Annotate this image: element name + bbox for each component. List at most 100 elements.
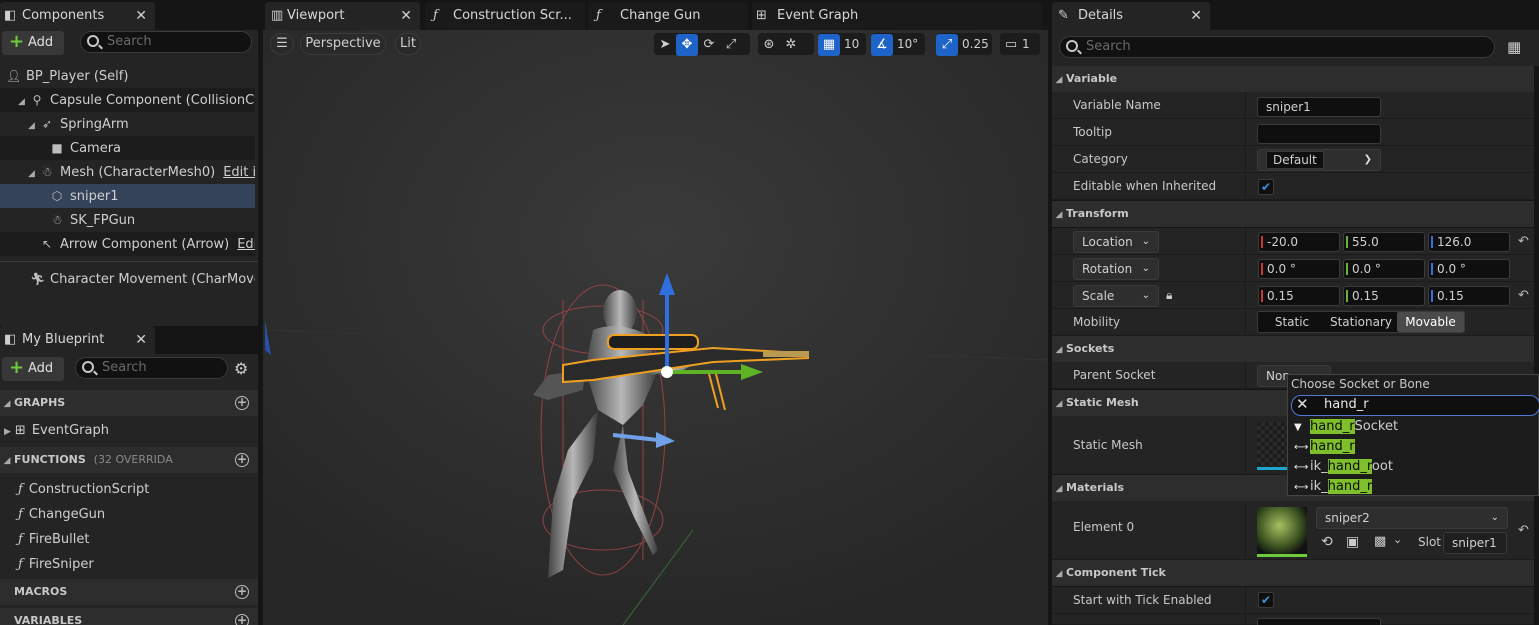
- add-macro-icon[interactable]: +: [235, 585, 249, 599]
- mobility-movable[interactable]: Movable: [1397, 312, 1464, 332]
- rotation-z-field[interactable]: 0.0 °: [1428, 259, 1510, 279]
- location-dropdown[interactable]: Location ⌄: [1073, 231, 1159, 253]
- checker-icon[interactable]: ▩: [1374, 534, 1386, 549]
- chevron-down-icon[interactable]: ⌄: [1393, 533, 1402, 546]
- location-z-field[interactable]: 126.0: [1428, 232, 1510, 252]
- scale-z-field[interactable]: 0.15: [1428, 286, 1510, 306]
- edit-in-cpp-link[interactable]: Edit in C++: [223, 165, 255, 180]
- tree-row-sk-fpgun[interactable]: ☃ SK_FPGun: [0, 208, 255, 232]
- editable-checkbox[interactable]: ✔: [1258, 179, 1274, 195]
- move-icon[interactable]: ✥: [676, 34, 698, 56]
- add-component-button[interactable]: + Add: [2, 31, 64, 55]
- reset-location-icon[interactable]: ↶: [1518, 234, 1529, 249]
- variable-section[interactable]: ◢ Variable: [1052, 66, 1534, 92]
- close-icon[interactable]: ✕: [400, 2, 412, 30]
- clear-icon[interactable]: ✕: [1296, 395, 1309, 413]
- location-y-field[interactable]: 55.0: [1343, 232, 1425, 252]
- variable-name-field[interactable]: sniper1: [1257, 97, 1381, 117]
- chevron-down-icon[interactable]: ◢: [28, 114, 40, 136]
- select-icon[interactable]: ➤: [654, 34, 676, 56]
- lit-button[interactable]: Lit: [395, 33, 421, 55]
- browse-folder-icon[interactable]: ▣: [1346, 534, 1359, 550]
- bp-item-change-gun[interactable]: ƒ ChangeGun: [0, 502, 258, 527]
- add-blueprint-button[interactable]: + Add: [2, 357, 64, 381]
- material-thumbnail[interactable]: [1257, 507, 1307, 557]
- rotation-snap-control[interactable]: ∡ 10°: [871, 33, 925, 56]
- table-view-icon[interactable]: ▦: [1507, 38, 1521, 56]
- tab-change-gun[interactable]: ƒ Change Gun: [588, 2, 748, 30]
- graphs-section[interactable]: ◢ GRAPHS +: [0, 390, 258, 416]
- browse-back-icon[interactable]: ⟲: [1321, 534, 1333, 550]
- tree-row-character-movement[interactable]: 🏃︎ Character Movement (CharMoveComp): [0, 267, 255, 291]
- close-icon[interactable]: ✕: [1190, 2, 1202, 30]
- tab-components[interactable]: ◧ Components ✕: [0, 2, 155, 30]
- tree-row-sniper1[interactable]: ⬡ sniper1: [0, 184, 255, 208]
- lock-icon[interactable]: 🔒︎: [1166, 288, 1172, 303]
- macros-section[interactable]: MACROS +: [0, 579, 258, 605]
- component-tick-section[interactable]: ◢ Component Tick: [1052, 560, 1534, 586]
- chevron-down-icon[interactable]: ◢: [18, 90, 30, 112]
- world-icon[interactable]: ⊛: [758, 34, 780, 56]
- blueprint-search-input[interactable]: Search: [75, 357, 228, 379]
- tree-row-bp-player[interactable]: 👤︎ BP_Player (Self): [0, 64, 255, 88]
- tab-viewport[interactable]: ▥ Viewport ✕: [265, 2, 420, 30]
- rotation-y-field[interactable]: 0.0 °: [1343, 259, 1425, 279]
- viewport-canvas[interactable]: [263, 30, 1048, 625]
- reset-scale-icon[interactable]: ↶: [1518, 288, 1529, 303]
- edit-in-cpp-link[interactable]: Edit in C++: [237, 237, 255, 252]
- material-dropdown[interactable]: sniper2 ⌄: [1316, 507, 1508, 529]
- start-tick-checkbox[interactable]: ✔: [1258, 592, 1274, 608]
- camera-speed-control[interactable]: ▭ 1: [1000, 33, 1040, 55]
- tab-construction-script[interactable]: ƒ Construction Scr...: [425, 2, 585, 30]
- tree-row-arrow[interactable]: ↖ Arrow Component (Arrow) Edit in C++: [0, 232, 255, 256]
- close-icon[interactable]: ✕: [135, 2, 147, 30]
- add-graph-icon[interactable]: +: [235, 396, 249, 410]
- components-search-input[interactable]: Search: [80, 31, 252, 53]
- socket-option[interactable]: ⟷ ik_hand_r: [1294, 477, 1373, 497]
- socket-search-input[interactable]: ✕ hand_r: [1291, 395, 1539, 416]
- tab-details[interactable]: ✎ Details ✕: [1052, 2, 1210, 30]
- bp-item-construction-script[interactable]: ƒ ConstructionScript: [0, 477, 258, 502]
- mobility-stationary[interactable]: Stationary: [1326, 312, 1396, 332]
- bp-item-fire-sniper[interactable]: ƒ FireSniper: [0, 552, 258, 577]
- perspective-button[interactable]: Perspective: [300, 33, 386, 55]
- category-dropdown[interactable]: Default ❯: [1257, 149, 1381, 171]
- variables-section[interactable]: VARIABLES +: [0, 608, 258, 625]
- transform-section[interactable]: ◢ Transform: [1052, 201, 1534, 227]
- close-icon[interactable]: ✕: [135, 326, 147, 354]
- tick-interval-field[interactable]: [1257, 618, 1381, 625]
- socket-option[interactable]: ▼ hand_rSocket: [1294, 417, 1398, 437]
- tab-event-graph[interactable]: ⊞ Event Graph: [752, 2, 1042, 30]
- slot-field[interactable]: sniper1: [1443, 532, 1507, 554]
- surface-snap-icon[interactable]: ✲: [780, 34, 802, 56]
- rotate-icon[interactable]: ⟳: [698, 34, 720, 56]
- add-variable-icon[interactable]: +: [235, 614, 249, 625]
- location-x-field[interactable]: -20.0: [1258, 232, 1340, 252]
- mobility-static[interactable]: Static: [1258, 312, 1326, 332]
- reset-material-icon[interactable]: ↶: [1518, 523, 1529, 538]
- rotation-x-field[interactable]: 0.0 °: [1258, 259, 1340, 279]
- tree-row-springarm[interactable]: ◢ ➶ SpringArm: [0, 112, 255, 136]
- scale-y-field[interactable]: 0.15: [1343, 286, 1425, 306]
- functions-section[interactable]: ◢ FUNCTIONS (32 OVERRIDA +: [0, 447, 258, 473]
- static-mesh-thumbnail[interactable]: [1257, 422, 1289, 470]
- tab-my-blueprint[interactable]: ◧ My Blueprint ✕: [0, 326, 155, 354]
- chevron-down-icon[interactable]: ◢: [28, 162, 40, 184]
- tree-row-mesh[interactable]: ◢☃ Mesh (CharacterMesh0) Edit in C++: [0, 160, 255, 184]
- scale-dropdown[interactable]: Scale ⌄: [1073, 285, 1159, 307]
- gear-icon[interactable]: ⚙: [234, 359, 248, 378]
- bp-item-eventgraph[interactable]: ▶ ⊞ EventGraph: [0, 418, 258, 443]
- details-search-input[interactable]: Search: [1059, 36, 1495, 58]
- viewport-menu-button[interactable]: ☰: [270, 33, 294, 55]
- socket-option[interactable]: ⟷ hand_r: [1294, 437, 1355, 457]
- sockets-section[interactable]: ◢ Sockets: [1052, 336, 1534, 362]
- rotation-dropdown[interactable]: Rotation ⌄: [1073, 258, 1159, 280]
- grid-snap-control[interactable]: ▦ 10: [818, 33, 866, 56]
- tooltip-field[interactable]: [1257, 124, 1381, 144]
- scale-x-field[interactable]: 0.15: [1258, 286, 1340, 306]
- tree-row-capsule[interactable]: ◢⚲ Capsule Component (CollisionCylinder): [0, 88, 255, 112]
- tree-row-camera[interactable]: ■ Camera: [0, 136, 255, 160]
- scale-icon[interactable]: ⤢: [720, 34, 742, 56]
- bp-item-fire-bullet[interactable]: ƒ FireBullet: [0, 527, 258, 552]
- scale-snap-control[interactable]: ⤢ 0.25: [936, 33, 992, 56]
